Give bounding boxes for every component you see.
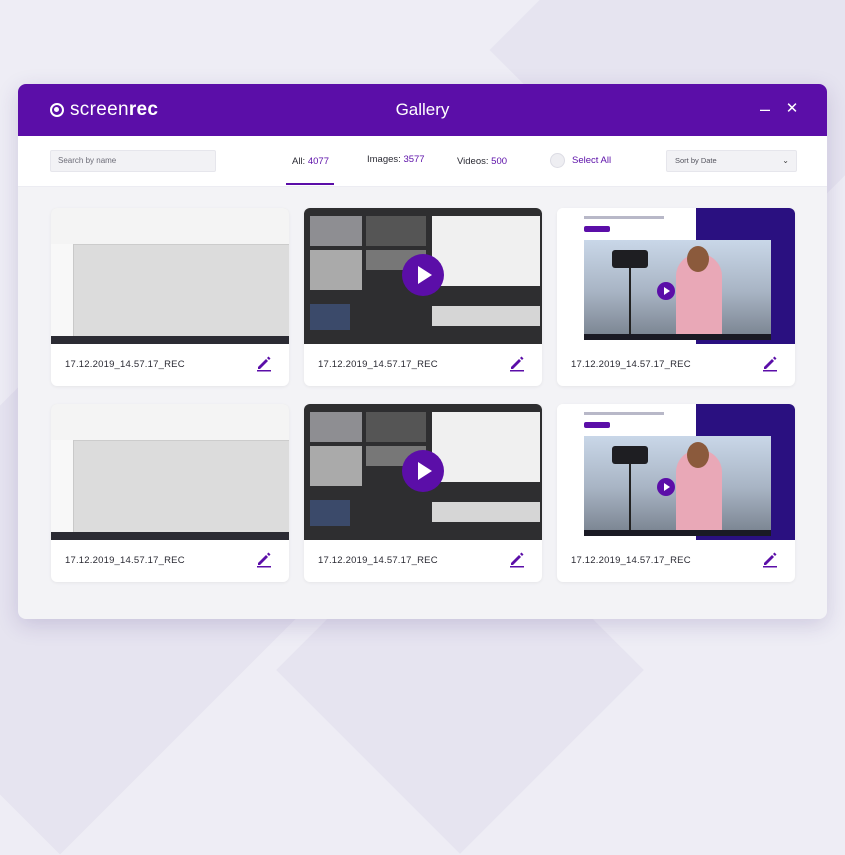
camera-icon <box>612 250 648 268</box>
thumbnail-image[interactable] <box>51 208 289 344</box>
thumbnail-tile <box>310 500 350 526</box>
gallery-card[interactable]: 17.12.2019_14.57.17_REC <box>304 208 542 386</box>
tab-label: Images: <box>367 154 401 165</box>
search-input[interactable]: Search by name <box>50 150 216 172</box>
tab-all[interactable]: All: 4077 <box>292 156 329 167</box>
file-name: 17.12.2019_14.57.17_REC <box>571 359 691 370</box>
title-bar: screenrec Gallery – ✕ <box>18 84 827 136</box>
person-head-shape <box>687 246 709 272</box>
filter-toolbar: Search by name All: 4077 Images: 3577 Vi… <box>18 136 827 187</box>
play-icon[interactable] <box>402 450 444 492</box>
tab-count: 500 <box>491 156 508 167</box>
window-title: Gallery <box>395 100 450 119</box>
thumbnail-photo <box>584 436 771 530</box>
gallery-window: screenrec Gallery – ✕ Search by name All… <box>18 84 827 619</box>
thumbnail-sidebar <box>51 440 74 540</box>
thumbnail-ribbon <box>51 404 289 441</box>
pencil-icon[interactable] <box>508 550 526 568</box>
person-head-shape <box>687 442 709 468</box>
thumbnail-taskbar <box>51 532 289 540</box>
tab-label: All: <box>292 156 306 167</box>
tripod-shape <box>618 260 642 334</box>
pencil-icon[interactable] <box>761 354 779 372</box>
tab-count: 4077 <box>307 156 329 167</box>
play-icon[interactable] <box>657 282 675 300</box>
thumbnail-text-line <box>584 412 664 415</box>
active-tab-indicator <box>286 183 334 185</box>
select-all-toggle[interactable]: Select All <box>550 153 611 168</box>
thumbnail-image[interactable] <box>51 404 289 540</box>
gallery-card[interactable]: 17.12.2019_14.57.17_REC <box>557 208 795 386</box>
thumbnail-tile <box>310 446 362 486</box>
tab-images[interactable]: Images: 3577 <box>367 154 425 165</box>
thumbnail-tile <box>310 304 350 330</box>
thumbnail-tile <box>366 412 426 442</box>
thumbnail-tile <box>432 306 540 326</box>
sort-dropdown[interactable]: Sort by Date ⌄ <box>666 150 797 172</box>
play-icon[interactable] <box>402 254 444 296</box>
file-name: 17.12.2019_14.57.17_REC <box>318 359 438 370</box>
tab-videos[interactable]: Videos: 500 <box>457 156 507 167</box>
select-all-radio[interactable] <box>550 153 565 168</box>
chevron-down-icon: ⌄ <box>782 156 789 165</box>
thumbnail-ribbon <box>51 208 289 245</box>
thumbnail-preview <box>432 412 540 482</box>
thumbnail-sidebar <box>51 244 74 344</box>
pencil-icon[interactable] <box>761 550 779 568</box>
thumbnail-tile <box>366 216 426 246</box>
minimize-button[interactable]: – <box>754 98 776 120</box>
gallery-card[interactable]: 17.12.2019_14.57.17_REC <box>304 404 542 582</box>
tripod-shape <box>618 456 642 530</box>
select-all-label: Select All <box>572 155 612 166</box>
thumbnail-text-line <box>584 216 664 219</box>
tab-label: Videos: <box>457 156 489 167</box>
thumbnail-button <box>584 226 610 232</box>
play-icon[interactable] <box>657 478 675 496</box>
gallery-card[interactable]: 17.12.2019_14.57.17_REC <box>51 404 289 582</box>
thumbnail-tile <box>432 502 540 522</box>
thumbnail-image[interactable] <box>304 208 542 344</box>
file-name: 17.12.2019_14.57.17_REC <box>65 555 185 566</box>
file-name: 17.12.2019_14.57.17_REC <box>65 359 185 370</box>
gallery-card[interactable]: 17.12.2019_14.57.17_REC <box>557 404 795 582</box>
file-name: 17.12.2019_14.57.17_REC <box>318 555 438 566</box>
thumbnail-image[interactable] <box>557 404 795 540</box>
tab-count: 3577 <box>403 154 425 165</box>
pencil-icon[interactable] <box>255 550 273 568</box>
thumbnail-image[interactable] <box>304 404 542 540</box>
thumbnail-taskbar <box>51 336 289 344</box>
video-controls <box>584 334 771 340</box>
file-name: 17.12.2019_14.57.17_REC <box>571 555 691 566</box>
gallery-card[interactable]: 17.12.2019_14.57.17_REC <box>51 208 289 386</box>
sort-label: Sort by Date <box>675 156 717 165</box>
thumbnail-preview <box>432 216 540 286</box>
video-controls <box>584 530 771 536</box>
close-button[interactable]: ✕ <box>781 98 803 120</box>
thumbnail-tile <box>310 412 362 442</box>
thumbnail-image[interactable] <box>557 208 795 344</box>
pencil-icon[interactable] <box>508 354 526 372</box>
pencil-icon[interactable] <box>255 354 273 372</box>
thumbnail-tile <box>310 250 362 290</box>
thumbnail-tile <box>310 216 362 246</box>
thumbnail-button <box>584 422 610 428</box>
thumbnail-photo <box>584 240 771 334</box>
camera-icon <box>612 446 648 464</box>
